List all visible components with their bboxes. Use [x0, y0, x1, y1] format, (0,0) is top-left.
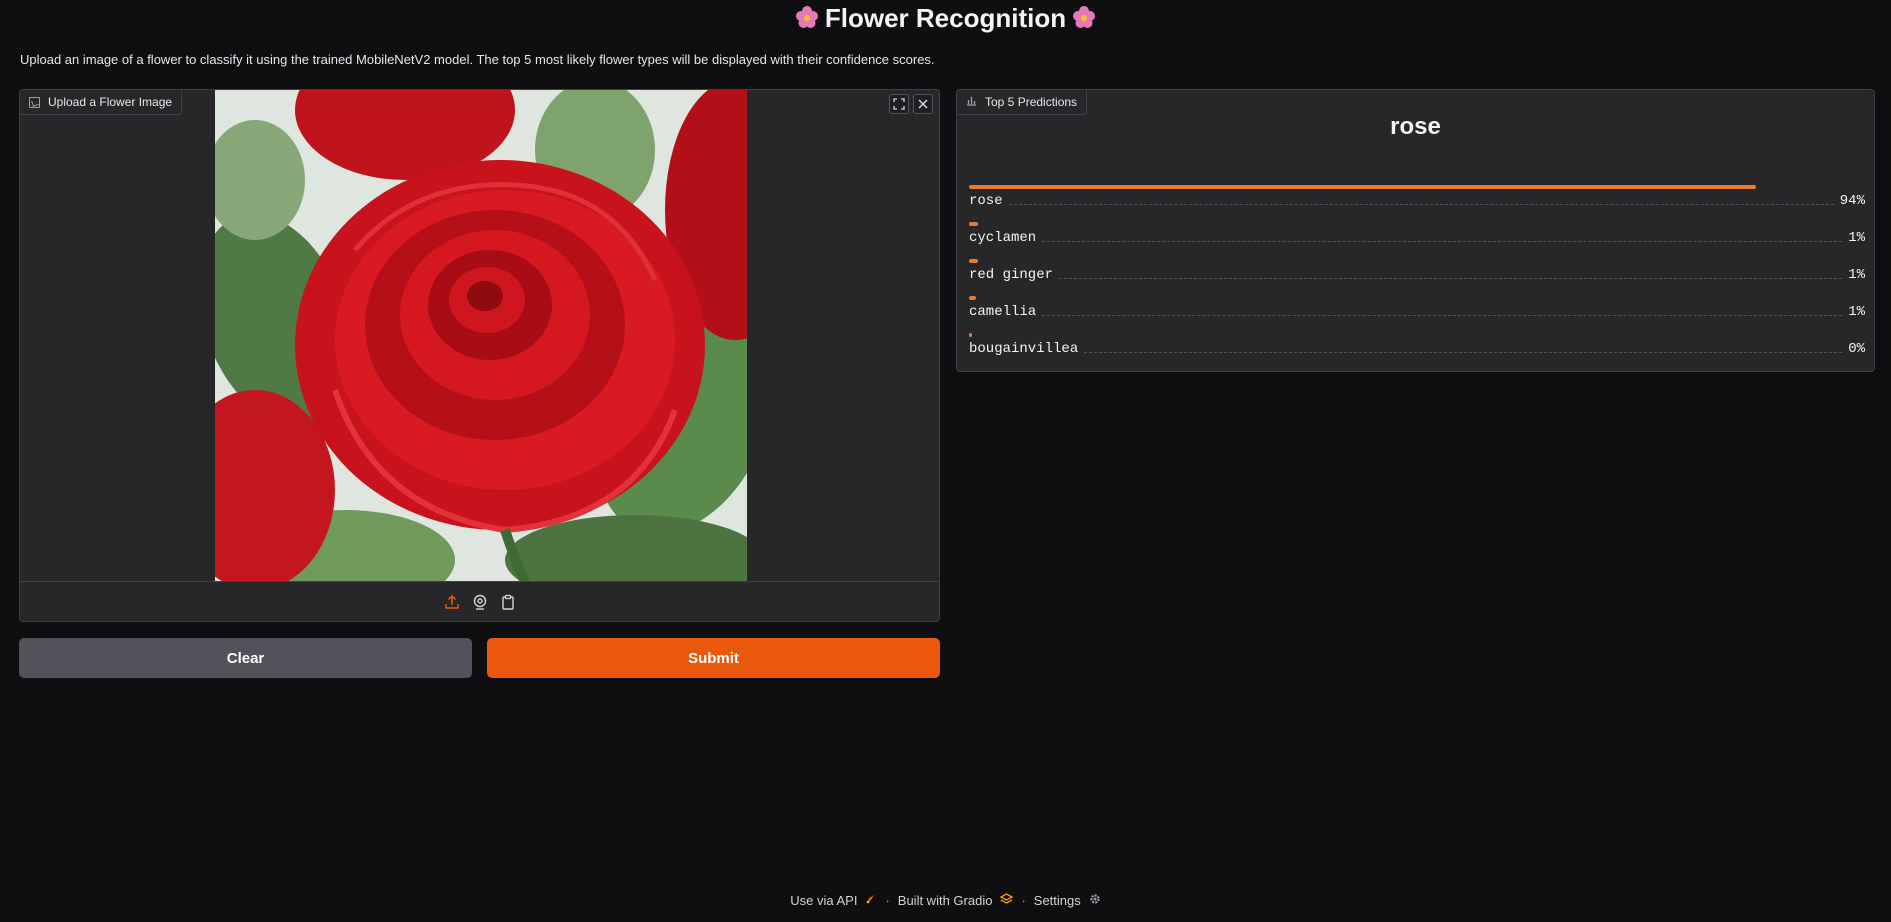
dotted-leader — [1042, 315, 1843, 316]
prediction-class-name: cyclamen — [969, 230, 1037, 246]
dotted-leader — [1084, 352, 1843, 353]
predictions-panel: Top 5 Predictions rose rose 94% cyclamen 1%… — [956, 89, 1875, 372]
gear-icon[interactable] — [1089, 893, 1101, 908]
page-title-text: Flower Recognition — [824, 3, 1067, 33]
prediction-list: rose 94% cyclamen 1% red ginger 1% camellia 1% b… — [969, 185, 1865, 370]
gradio-logo-icon — [1000, 893, 1014, 908]
image-upload-panel[interactable]: Upload a Flower Image — [19, 89, 940, 622]
prediction-class-name: red ginger — [969, 267, 1054, 283]
prediction-row: red ginger 1% — [969, 259, 1865, 296]
image-source-selector — [20, 581, 939, 621]
prediction-line: bougainvillea 0% — [969, 341, 1865, 357]
dotted-leader — [1059, 278, 1843, 279]
dotted-leader — [1042, 241, 1843, 242]
prediction-line: cyclamen 1% — [969, 230, 1865, 246]
predictions-panel-label-text: Top 5 Predictions — [985, 95, 1078, 109]
footer-separator: · — [1021, 893, 1026, 908]
dotted-leader — [1008, 204, 1834, 205]
fullscreen-icon[interactable] — [889, 94, 909, 114]
top-prediction-label: rose — [1390, 113, 1441, 140]
prediction-class-name: bougainvillea — [969, 341, 1079, 357]
prediction-line: red ginger 1% — [969, 267, 1865, 283]
settings-link[interactable]: Settings — [1034, 893, 1081, 908]
prediction-row: bougainvillea 0% — [969, 333, 1865, 370]
image-icon — [29, 96, 40, 108]
image-toolbar — [889, 94, 933, 114]
prediction-line: rose 94% — [969, 193, 1865, 209]
page-title: Flower Recognition — [0, 2, 1891, 36]
image-panel-label-text: Upload a Flower Image — [48, 95, 173, 109]
prediction-class-name: rose — [969, 193, 1003, 209]
confidence-bar — [969, 185, 1756, 189]
page-description: Upload an image of a flower to classify … — [20, 52, 935, 67]
footer: Use via API · Built with Gradio · Settin… — [0, 893, 1891, 908]
prediction-percent: 0% — [1848, 341, 1865, 357]
confidence-bar — [969, 296, 976, 300]
clipboard-icon[interactable] — [499, 593, 517, 611]
bar-chart-icon — [966, 95, 977, 109]
webcam-icon[interactable] — [471, 593, 489, 611]
image-panel-label: Upload a Flower Image — [20, 90, 183, 115]
prediction-line: camellia 1% — [969, 304, 1865, 320]
uploaded-flower-image — [215, 90, 747, 582]
built-with-gradio-link[interactable]: Built with Gradio — [898, 893, 993, 908]
flower-emoji-icon — [1072, 4, 1096, 36]
upload-icon[interactable] — [443, 593, 461, 611]
submit-button[interactable]: Submit — [487, 638, 940, 678]
clear-button[interactable]: Clear — [19, 638, 472, 678]
prediction-percent: 1% — [1848, 230, 1865, 246]
confidence-bar — [969, 259, 978, 263]
prediction-class-name: camellia — [969, 304, 1037, 320]
footer-separator: · — [885, 893, 890, 908]
predictions-panel-label: Top 5 Predictions — [957, 90, 1088, 115]
prediction-row: cyclamen 1% — [969, 222, 1865, 259]
confidence-bar — [969, 222, 978, 226]
confidence-bar — [969, 333, 972, 337]
prediction-percent: 94% — [1839, 193, 1865, 209]
prediction-row: camellia 1% — [969, 296, 1865, 333]
prediction-percent: 1% — [1848, 304, 1865, 320]
prediction-row: rose 94% — [969, 185, 1865, 222]
prediction-percent: 1% — [1848, 267, 1865, 283]
use-via-api-link[interactable]: Use via API — [790, 893, 857, 908]
rocket-icon — [865, 893, 877, 908]
flower-emoji-icon — [795, 4, 819, 36]
close-icon[interactable] — [913, 94, 933, 114]
